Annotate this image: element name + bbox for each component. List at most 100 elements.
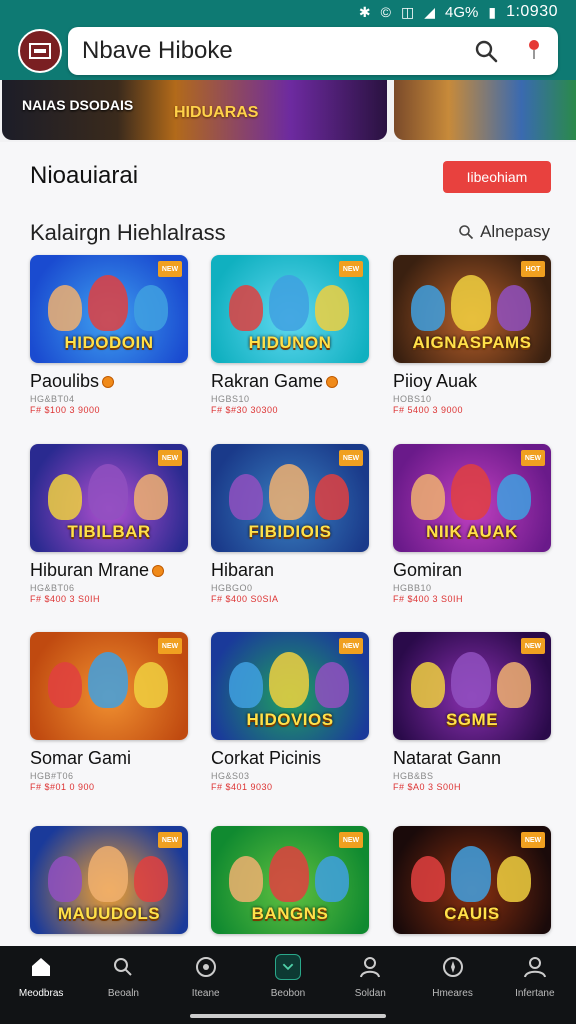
character-figure (88, 464, 128, 520)
game-card[interactable]: NEW MAUUDOLS (30, 826, 188, 934)
game-tag-badge: NEW (158, 638, 182, 654)
character-figure (88, 652, 128, 708)
game-price: F# 5400 3 9000 (393, 405, 464, 415)
user-icon (360, 957, 381, 978)
game-price: F# $400 3 S0IH (393, 594, 464, 604)
game-name: Somar Gami (30, 748, 188, 769)
signal-icon: ◢ (424, 3, 435, 20)
game-thumbnail[interactable]: NEW (30, 632, 188, 740)
character-figure (269, 846, 309, 902)
nav-item[interactable]: Beoaln (82, 946, 164, 1024)
game-meta: HG&S03 (211, 771, 250, 781)
character-figure (451, 275, 491, 331)
nav-item[interactable]: Infertane (494, 946, 576, 1024)
game-meta: HGBB10 (393, 583, 432, 593)
game-card[interactable]: NEW TIBILBAR Hiburan Mrane HG&BT06 F# $400 3… (30, 444, 188, 604)
game-price: F# $401 9030 (211, 782, 273, 792)
section-action-button[interactable]: Iibeohiam (443, 161, 551, 193)
game-thumbnail[interactable]: NEW SGME (393, 632, 551, 740)
banner-slide-2[interactable] (394, 80, 576, 140)
character-figure (315, 856, 349, 902)
character-figure (48, 474, 82, 520)
filter-label: Alnepasy (480, 222, 550, 241)
game-tag-badge: HOT (521, 261, 545, 277)
game-thumbnail-title: HIDOVIOS (246, 710, 334, 729)
section-title: Nioauiarai (30, 162, 139, 189)
nav-item-label: Meodbras (18, 988, 64, 999)
character-figure (269, 652, 309, 708)
filter-button[interactable]: Alnepasy (458, 222, 550, 242)
game-thumbnail[interactable]: NEW MAUUDOLS (30, 826, 188, 934)
game-thumbnail[interactable]: NEW NIIK AUAK (393, 444, 551, 552)
game-thumbnail-title: AIGNASPAMS (412, 333, 532, 352)
nav-item[interactable]: Beobon (247, 946, 329, 1024)
game-thumbnail[interactable]: NEW HIDUNON (211, 255, 369, 363)
game-tag-badge: NEW (339, 450, 363, 466)
character-figure (88, 846, 128, 902)
game-card[interactable]: NEW SGME Natarat Gann HGB&BS F# $A0 3 S00H (393, 632, 551, 792)
promo-banner[interactable]: NAIAS DSODAIS HIDUARAS (0, 80, 576, 142)
game-card[interactable]: NEW HIDODOIN Paoulibs HG&BT04 F# $100 3 9000 (30, 255, 188, 415)
app-logo[interactable] (18, 29, 62, 73)
game-thumbnail[interactable]: NEW CAUIS (393, 826, 551, 934)
game-card[interactable]: NEW NIIK AUAK Gomiran HGBB10 F# $400 3 S0IH (393, 444, 551, 604)
game-meta: HG&BT04 (30, 394, 75, 404)
game-name-text: Hibaran (211, 560, 275, 580)
game-thumbnail[interactable]: HOT AIGNASPAMS (393, 255, 551, 363)
game-card[interactable]: NEW HIDUNON Rakran Game HGBS10 F# $#30 30300 (211, 255, 369, 415)
search-bar[interactable]: Nbave Hiboke (68, 27, 558, 75)
nav-item[interactable]: Hmeares (411, 946, 493, 1024)
game-thumbnail-title: MAUUDOLS (57, 904, 161, 923)
game-card[interactable]: NEW FIBIDIOIS Hibaran HGBGO0 F# $400 S0SIA (211, 444, 369, 604)
location-pin-icon[interactable] (524, 37, 544, 65)
banner-slide-1[interactable]: NAIAS DSODAIS HIDUARAS (2, 80, 387, 140)
game-thumbnail-title: HIDODOIN (64, 333, 154, 352)
coin-icon (326, 375, 339, 388)
game-thumbnail[interactable]: NEW FIBIDIOIS (211, 444, 369, 552)
game-card[interactable]: HOT AIGNASPAMS Piioy Auak HOBS10 F# 5400 3 9… (393, 255, 551, 415)
game-card[interactable]: NEW BANGNS (211, 826, 369, 934)
game-thumbnail-title: TIBILBAR (67, 522, 151, 541)
game-name-text: Piioy Auak (393, 371, 478, 391)
character-figure (451, 846, 491, 902)
game-name: Corkat Picinis (211, 748, 369, 769)
game-price: F# $#30 30300 (211, 405, 279, 415)
game-name: Natarat Gann (393, 748, 551, 769)
game-thumbnail[interactable]: NEW TIBILBAR (30, 444, 188, 552)
game-thumbnail-title: HIDUNON (248, 333, 332, 352)
character-figure (315, 662, 349, 708)
game-meta: HGBS10 (211, 394, 250, 404)
search-icon (459, 225, 474, 240)
character-figure (229, 662, 263, 708)
game-thumbnail-title: NIIK AUAK (426, 522, 518, 541)
game-name: Hibaran (211, 560, 369, 581)
game-card[interactable]: NEW HIDOVIOS Corkat Picinis HG&S03 F# $401 9… (211, 632, 369, 792)
nav-item[interactable]: Meodbras (0, 946, 82, 1024)
clock: 1:0930 (506, 3, 558, 20)
character-figure (48, 285, 82, 331)
game-price: F# $#01 0 900 (30, 782, 95, 792)
character-figure (497, 662, 531, 708)
game-thumbnail-title: CAUIS (444, 904, 500, 923)
nav-item-label: Hmeares (432, 988, 473, 999)
status-bar: ✱ © ◫ ◢ 4G% ▮ 1:0930 (0, 0, 576, 24)
game-tag-badge: NEW (339, 832, 363, 848)
character-figure (451, 464, 491, 520)
vibrate-icon: ◫ (400, 3, 415, 20)
game-thumbnail[interactable]: NEW BANGNS (211, 826, 369, 934)
game-tag-badge: NEW (158, 261, 182, 277)
character-figure (134, 474, 168, 520)
game-thumbnail[interactable]: NEW HIDODOIN (30, 255, 188, 363)
game-meta: HGB&BS (393, 771, 434, 781)
game-card[interactable]: NEW Somar Gami HGB#T06 F# $#01 0 900 (30, 632, 188, 792)
search-icon[interactable] (472, 37, 500, 65)
game-card[interactable]: NEW CAUIS (393, 826, 551, 934)
character-figure (497, 474, 531, 520)
game-thumbnail[interactable]: NEW HIDOVIOS (211, 632, 369, 740)
nav-item[interactable]: Iteane (165, 946, 247, 1024)
character-figure (134, 662, 168, 708)
battery-icon: ▮ (488, 3, 497, 20)
nav-item[interactable]: Soldan (329, 946, 411, 1024)
coin-icon (152, 564, 165, 577)
game-name-text: Hiburan Mrane (30, 560, 150, 580)
